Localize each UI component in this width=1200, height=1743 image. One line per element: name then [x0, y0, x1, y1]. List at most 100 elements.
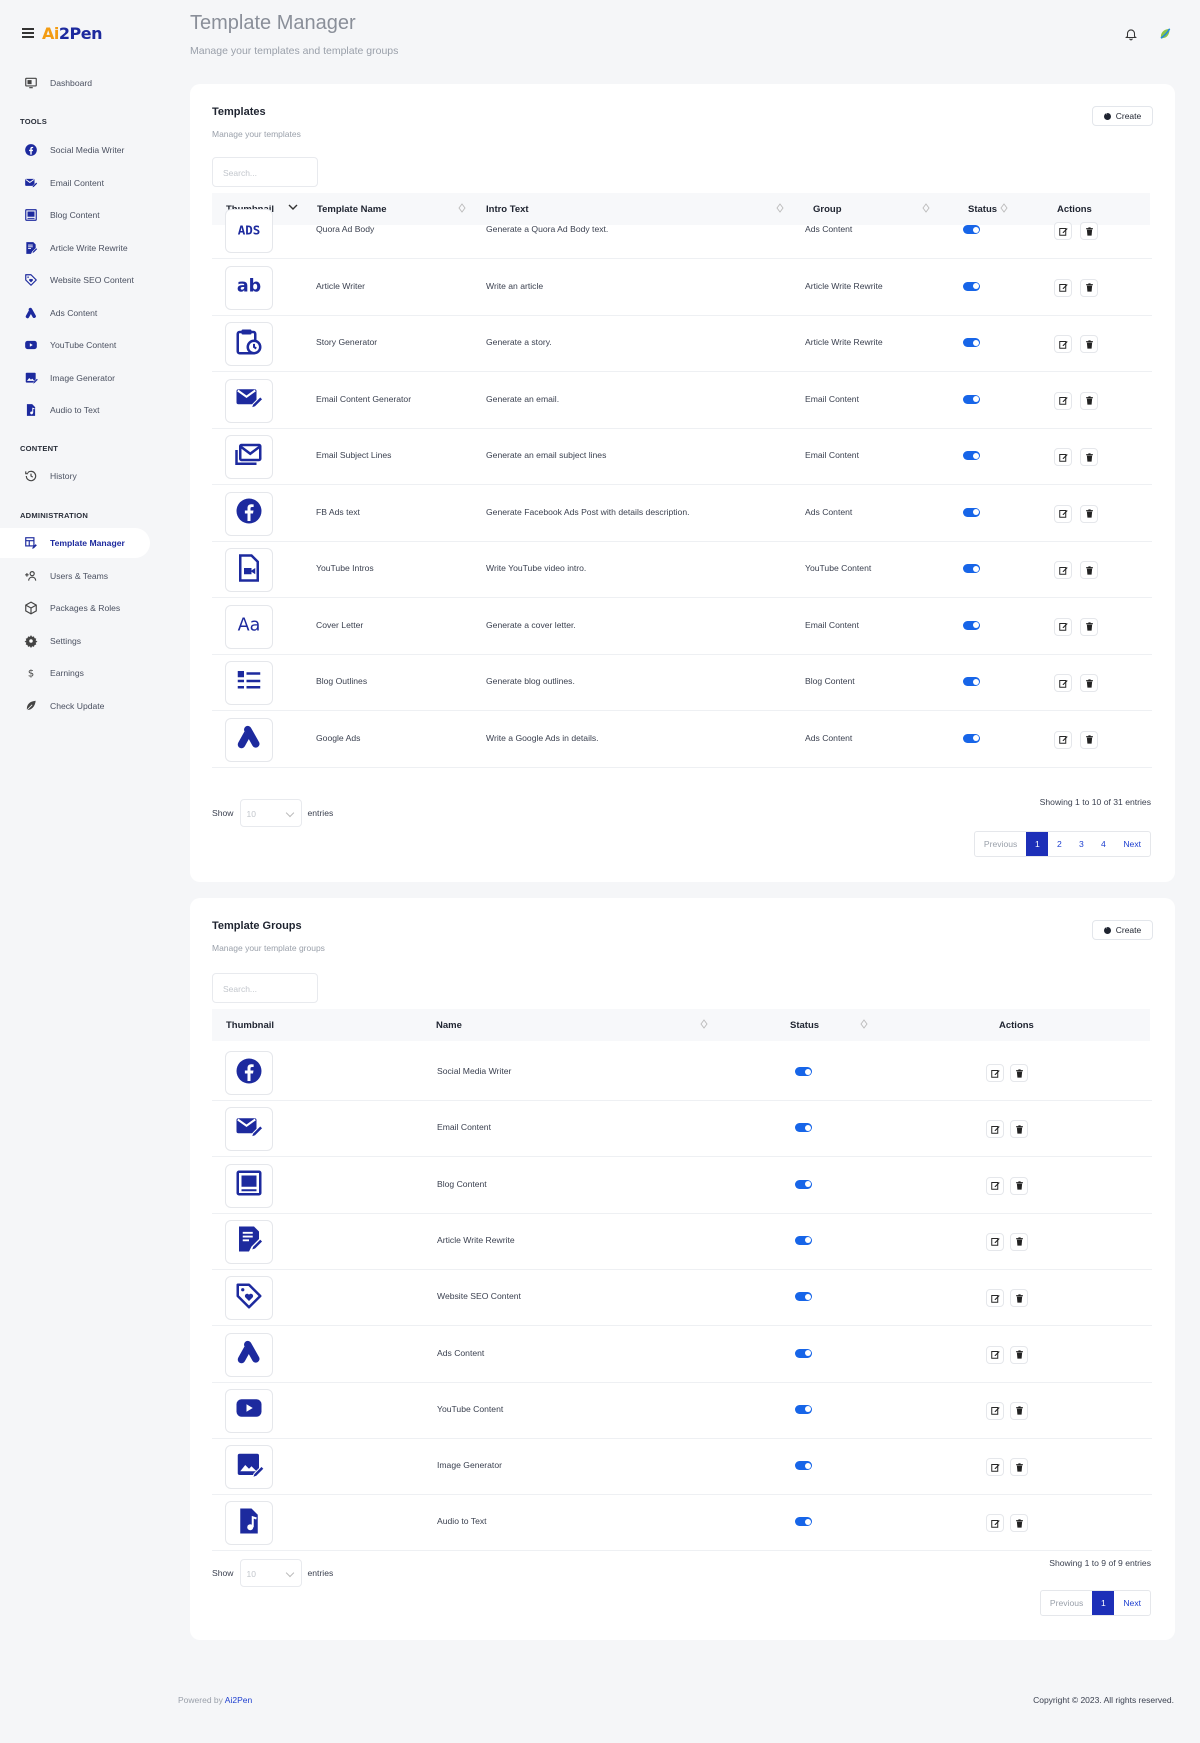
delete-button[interactable]	[1080, 617, 1098, 636]
sidebar-item-social-media-writer[interactable]: Social Media Writer	[0, 135, 150, 165]
sidebar-item-earnings[interactable]: $ Earnings	[0, 658, 150, 688]
sidebar-item-website-seo-content[interactable]: Website SEO Content	[0, 265, 150, 295]
groups-search-input[interactable]: Search...	[212, 973, 318, 1003]
delete-button[interactable]	[1010, 1176, 1028, 1195]
delete-button[interactable]	[1080, 730, 1098, 749]
edit-button[interactable]	[1054, 561, 1072, 579]
page-size-select[interactable]: 10	[239, 1559, 302, 1587]
status-toggle[interactable]	[795, 1461, 812, 1471]
sidebar-item-template-manager[interactable]: Template Manager	[0, 528, 150, 558]
pagination-next[interactable]: Next	[1114, 1591, 1150, 1615]
sidebar-item-ads-content[interactable]: Ads Content	[0, 298, 150, 328]
status-toggle[interactable]	[963, 225, 980, 234]
delete-button[interactable]	[1080, 561, 1098, 579]
status-toggle[interactable]	[795, 1517, 812, 1527]
status-toggle[interactable]	[963, 564, 980, 573]
delete-button[interactable]	[1010, 1232, 1028, 1251]
status-toggle[interactable]	[795, 1123, 812, 1133]
sidebar-item-packages-roles[interactable]: Packages & Roles	[0, 593, 150, 623]
status-toggle[interactable]	[795, 1348, 812, 1358]
edit-button[interactable]	[986, 1289, 1004, 1308]
pagination-page-1[interactable]: 1	[1092, 1591, 1115, 1615]
delete-button[interactable]	[1080, 674, 1098, 692]
pagination-page-1[interactable]: 1	[1026, 832, 1049, 856]
delete-button[interactable]	[1080, 448, 1098, 466]
status-toggle[interactable]	[795, 1235, 812, 1245]
status-toggle[interactable]	[963, 394, 980, 404]
sidebar-item-blog-content[interactable]: Blog Content	[0, 200, 150, 230]
create-group-button[interactable]: Create	[1092, 920, 1153, 940]
col-status[interactable]: Status	[790, 1020, 819, 1031]
status-toggle[interactable]	[963, 677, 980, 686]
delete-button[interactable]	[1080, 278, 1098, 297]
delete-button[interactable]	[1080, 335, 1098, 353]
templates-page-size: Show 10 entries	[212, 799, 333, 827]
edit-button[interactable]	[986, 1401, 1004, 1420]
sidebar-item-users-teams[interactable]: Users & Teams	[0, 561, 150, 591]
delete-button[interactable]	[1010, 1345, 1028, 1364]
logo[interactable]: Ai2Pen	[42, 24, 102, 43]
edit-button[interactable]	[986, 1120, 1004, 1139]
edit-button[interactable]	[1054, 448, 1072, 466]
pagination-next[interactable]: Next	[1114, 832, 1150, 856]
delete-button[interactable]	[1010, 1289, 1028, 1308]
footer-brand-link[interactable]: Ai2Pen	[225, 1695, 252, 1705]
status-toggle[interactable]	[963, 620, 980, 630]
sidebar-item-check-update[interactable]: Check Update	[0, 691, 150, 721]
delete-button[interactable]	[1010, 1120, 1028, 1139]
status-toggle[interactable]	[963, 451, 980, 460]
sidebar-item-audio-to-text[interactable]: Audio to Text	[0, 395, 150, 425]
sidebar-item-article-write-rewrite[interactable]: Article Write Rewrite	[0, 233, 150, 263]
status-toggle[interactable]	[795, 1292, 812, 1302]
pagination-page-2[interactable]: 2	[1048, 832, 1070, 856]
edit-button[interactable]	[1054, 617, 1072, 636]
edit-button[interactable]	[1054, 222, 1072, 240]
delete-button[interactable]	[1080, 391, 1098, 410]
pagination-page-3[interactable]: 3	[1070, 832, 1092, 856]
col-name[interactable]: Name	[436, 1020, 462, 1031]
pagination-previous[interactable]: Previous	[975, 832, 1026, 856]
status-toggle[interactable]	[963, 338, 980, 347]
sidebar-item-dashboard[interactable]: Dashboard	[0, 68, 150, 98]
page-size-select[interactable]: 10	[239, 799, 302, 827]
sidebar-item-youtube-content[interactable]: YouTube Content	[0, 330, 150, 360]
edit-button[interactable]	[1054, 730, 1072, 749]
delete-button[interactable]	[1010, 1064, 1028, 1082]
sidebar-item-history[interactable]: History	[0, 461, 150, 491]
sort-icon[interactable]	[700, 1019, 708, 1029]
sidebar-item-email-content[interactable]: Email Content	[0, 168, 150, 198]
sidebar-item-label: Social Media Writer	[50, 145, 125, 155]
delete-button[interactable]	[1010, 1458, 1028, 1477]
bell-icon[interactable]	[1124, 26, 1138, 42]
status-toggle[interactable]	[963, 733, 980, 743]
avatar-leaf-icon[interactable]	[1158, 27, 1172, 41]
sort-icon[interactable]	[860, 1019, 868, 1029]
edit-button[interactable]	[986, 1458, 1004, 1477]
menu-toggle-icon[interactable]	[22, 28, 34, 38]
edit-button[interactable]	[1054, 391, 1072, 410]
delete-button[interactable]	[1080, 504, 1098, 523]
edit-button[interactable]	[1054, 278, 1072, 297]
delete-button[interactable]	[1010, 1514, 1028, 1533]
status-toggle[interactable]	[963, 507, 980, 517]
status-toggle[interactable]	[795, 1404, 812, 1414]
sidebar-item-image-generator[interactable]: Image Generator	[0, 363, 150, 393]
edit-button[interactable]	[1054, 335, 1072, 353]
status-toggle[interactable]	[795, 1067, 812, 1076]
delete-button[interactable]	[1080, 222, 1098, 240]
edit-button[interactable]	[986, 1345, 1004, 1364]
pagination-page-4[interactable]: 4	[1092, 832, 1114, 856]
edit-button[interactable]	[986, 1514, 1004, 1533]
edit-button[interactable]	[986, 1232, 1004, 1251]
status-toggle[interactable]	[795, 1179, 812, 1189]
edit-button[interactable]	[986, 1176, 1004, 1195]
edit-button[interactable]	[1054, 504, 1072, 523]
delete-button[interactable]	[1010, 1401, 1028, 1420]
templates-search-input[interactable]: Search...	[212, 157, 318, 187]
pagination-previous[interactable]: Previous	[1041, 1591, 1092, 1615]
edit-button[interactable]	[986, 1064, 1004, 1082]
status-toggle[interactable]	[963, 281, 980, 291]
edit-button[interactable]	[1054, 674, 1072, 692]
create-template-button[interactable]: Create	[1092, 106, 1153, 126]
sidebar-item-settings[interactable]: Settings	[0, 626, 150, 656]
